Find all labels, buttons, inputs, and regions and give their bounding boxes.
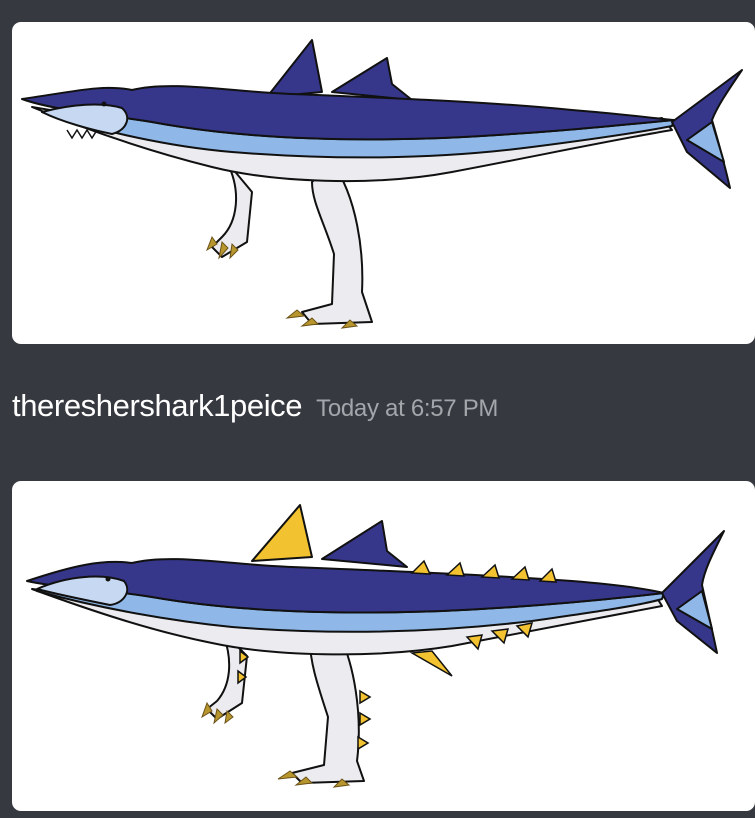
shark-dinosaur-spines-drawing [26, 504, 725, 788]
timestamp[interactable]: Today at 6:57 PM [316, 395, 498, 423]
message-header: thereshershark1peice Today at 6:57 PM [12, 388, 498, 428]
username[interactable]: thereshershark1peice [12, 388, 303, 424]
shark-dinosaur-drawing [21, 39, 743, 329]
image-attachment-2[interactable] [12, 481, 755, 811]
image-attachment-1[interactable] [12, 22, 755, 344]
